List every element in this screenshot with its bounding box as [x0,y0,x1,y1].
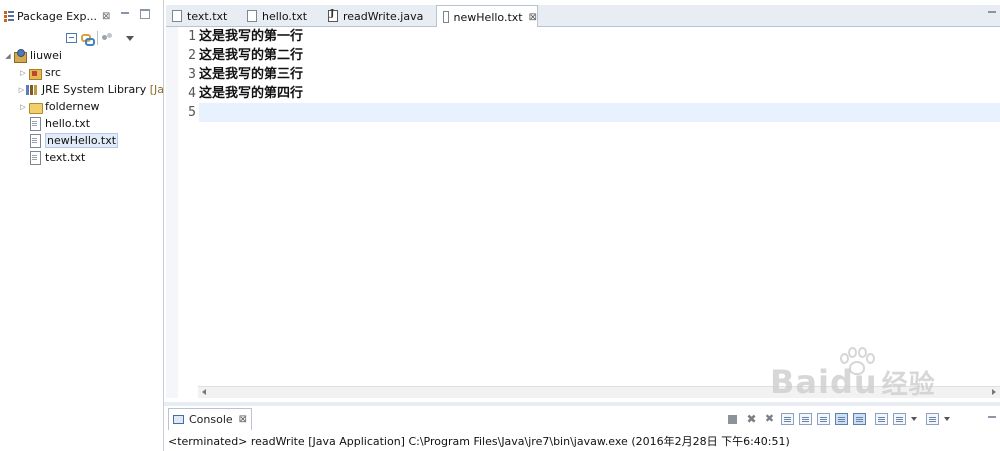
tree-node-decoration: [Ja [149,83,164,96]
console-view: Console ⊠ ✖ ✖ <terminated> readWrite [Ja… [164,402,1000,451]
tab-label: text.txt [187,9,228,23]
line-number-ruler: 1 2 3 4 5 [178,27,198,387]
line-number: 2 [188,48,196,63]
console-tab-label: Console [189,413,233,426]
scroll-left-icon[interactable] [202,389,206,395]
tree-node-newhello-txt[interactable]: newHello.txt [0,132,164,149]
remove-all-icon[interactable]: ✖ [763,413,776,425]
tree-node-label: foldernew [45,100,100,113]
tab-readwrite-java[interactable]: readWrite.java [322,5,423,27]
text-file-icon [28,117,42,131]
tree-node-foldernew[interactable]: ▷ foldernew [0,98,164,115]
tree-node-label: liuwei [30,49,62,62]
open-console-icon[interactable] [893,413,906,425]
toolbar-separator [97,31,98,45]
editor-tab-bar: text.txt hello.txt readWrite.java newHel… [166,5,1000,28]
line-number: 5 [188,105,196,120]
tree-node-label: newHello.txt [45,133,119,148]
text-file-icon [28,134,42,148]
link-with-editor-icon[interactable] [81,33,95,46]
close-icon[interactable]: ⊠ [239,414,247,425]
tree-node-jre-library[interactable]: ▷ JRE System Library [Ja [0,81,164,98]
expanded-twisty-icon[interactable]: ◢ [3,52,13,60]
tree-node-hello-txt[interactable]: hello.txt [0,115,164,132]
minimize-icon[interactable] [988,11,996,13]
tree-node-label: hello.txt [45,117,91,130]
console-tab[interactable]: Console ⊠ [168,408,253,430]
code-line[interactable]: 这是我写的第二行 [199,46,1000,65]
java-file-icon [328,9,338,22]
editor-ruler [166,27,178,398]
tab-label: hello.txt [262,9,308,23]
package-explorer-icon [4,10,14,22]
tab-label: readWrite.java [343,9,424,23]
package-folder-icon [28,66,42,80]
collapsed-twisty-icon[interactable]: ▷ [18,86,25,94]
console-toolbar: ✖ ✖ [728,412,950,426]
tree-node-project[interactable]: ◢ liuwei [0,47,164,64]
tree-node-label: JRE System Library [41,83,147,96]
view-menu-icon[interactable] [126,35,134,41]
tree-node-label: text.txt [45,151,86,164]
line-number: 1 [188,29,196,44]
tab-hello-txt[interactable]: hello.txt [241,5,307,27]
package-explorer-view: Package Exp... ⊠ ◢ liuwei ▷ src ▷ JRE Sy… [0,0,164,451]
code-line[interactable]: 这是我写的第三行 [199,65,1000,84]
library-icon [25,83,39,96]
tab-label: newHello.txt [453,10,523,24]
folder-icon [28,100,43,114]
console-status-text: <terminated> readWrite [Java Application… [168,435,790,448]
text-file-icon [443,11,449,23]
editor-text-area[interactable]: 这是我写的第一行 这是我写的第二行 这是我写的第三行 这是我写的第四行 [199,27,1000,122]
collapsed-twisty-icon[interactable]: ▷ [18,103,28,111]
tab-text-txt[interactable]: text.txt [166,5,227,27]
current-code-line[interactable] [199,103,1000,122]
code-line[interactable]: 这是我写的第四行 [199,84,1000,103]
pin-console-icon[interactable] [853,413,866,425]
text-file-icon [247,10,257,22]
tab-newhello-txt[interactable]: newHello.txt ⊠ [436,5,538,28]
terminate-icon[interactable] [728,414,737,424]
explorer-toolbar [66,30,134,46]
code-line[interactable]: 这是我写的第一行 [199,27,1000,46]
close-icon[interactable]: ⊠ [529,12,537,23]
project-tree: ◢ liuwei ▷ src ▷ JRE System Library [Ja … [0,47,164,166]
new-console-icon[interactable] [926,413,939,425]
tree-node-src[interactable]: ▷ src [0,64,164,81]
focus-on-active-task-icon[interactable] [102,33,113,43]
minimize-icon[interactable] [988,416,996,418]
close-icon[interactable]: ⊠ [102,11,110,22]
remove-launch-icon[interactable]: ✖ [745,413,758,425]
collapse-all-icon[interactable] [66,33,77,43]
maximize-icon[interactable] [140,9,150,19]
line-number: 4 [188,86,196,101]
word-wrap-icon[interactable] [799,413,812,425]
tree-node-text-txt[interactable]: text.txt [0,149,164,166]
java-project-icon [13,49,27,63]
chevron-down-icon[interactable] [944,417,950,421]
scroll-right-icon[interactable] [992,389,996,395]
minimize-icon[interactable] [120,9,130,19]
horizontal-scrollbar[interactable] [198,386,1000,398]
package-explorer-title: Package Exp... [17,9,98,23]
chevron-down-icon[interactable] [911,417,917,421]
collapsed-twisty-icon[interactable]: ▷ [18,69,28,77]
package-explorer-tab[interactable]: Package Exp... ⊠ [0,5,118,27]
show-on-stderr-icon[interactable] [835,413,848,425]
tree-node-label: src [45,66,62,79]
text-file-icon [28,151,42,165]
line-number: 3 [188,67,196,82]
scroll-lock-icon[interactable] [781,413,794,425]
display-console-icon[interactable] [875,413,888,425]
console-icon [173,415,184,424]
show-on-stdout-icon[interactable] [817,413,830,425]
text-file-icon [172,10,182,22]
